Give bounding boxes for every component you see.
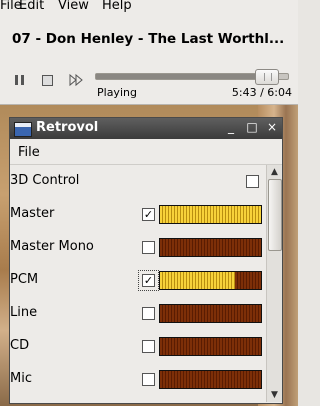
channel-row: 3D Control: [10, 165, 266, 198]
retrovol-window: Retrovol _ □ × File 3D Control Master ✓ Mas…: [9, 117, 283, 404]
scroll-down-icon[interactable]: ▼: [267, 388, 282, 402]
vertical-scrollbar[interactable]: ▲ ▼: [266, 165, 282, 402]
volume-bar[interactable]: [159, 238, 262, 257]
minimize-button[interactable]: _: [224, 120, 238, 136]
volume-level: [160, 206, 261, 223]
menu-view[interactable]: View: [58, 0, 89, 13]
window-app-icon[interactable]: [14, 122, 32, 137]
channel-label: Master: [10, 206, 55, 221]
channel-row: PCM ✓: [10, 264, 266, 297]
maximize-button[interactable]: □: [245, 120, 259, 136]
seek-slider[interactable]: [95, 69, 289, 85]
track-title: 07 - Don Henley - The Last Worthl...: [12, 31, 285, 47]
channel-checkbox[interactable]: [142, 373, 155, 386]
next-icon: [69, 73, 83, 87]
volume-bar[interactable]: [159, 304, 262, 323]
scroll-thumb[interactable]: [268, 179, 282, 251]
seek-progress: [96, 74, 278, 79]
volume-bar[interactable]: [159, 205, 262, 224]
volume-bar[interactable]: [159, 271, 262, 290]
player-menubar: File Edit View Help: [0, 0, 298, 16]
channel-checkbox[interactable]: ✓: [142, 208, 155, 221]
channel-label: 3D Control: [10, 173, 80, 188]
channel-row: CD: [10, 330, 266, 363]
window-titlebar[interactable]: Retrovol _ □ ×: [10, 118, 282, 139]
channel-row: Master ✓: [10, 198, 266, 231]
pause-button[interactable]: [12, 72, 28, 88]
channel-checkbox[interactable]: [142, 307, 155, 320]
seek-handle[interactable]: [255, 69, 280, 85]
volume-bar[interactable]: [159, 337, 262, 356]
scroll-up-icon[interactable]: ▲: [267, 165, 282, 179]
media-player-window: File Edit View Help 07 - Don Henley - Th…: [0, 0, 298, 105]
retrovol-menu-file[interactable]: File: [18, 145, 40, 160]
volume-level: [160, 272, 235, 289]
menu-help[interactable]: Help: [102, 0, 132, 13]
time-readout: 5:43 / 6:04: [231, 86, 292, 99]
next-button[interactable]: [68, 72, 84, 88]
playback-status: Playing: [97, 86, 137, 99]
stop-icon: [42, 75, 53, 86]
channel-row: Master Mono: [10, 231, 266, 264]
close-button[interactable]: ×: [265, 120, 279, 136]
channel-list: 3D Control Master ✓ Master Mono PCM ✓ Line CD Mi…: [10, 165, 266, 403]
stop-button[interactable]: [40, 72, 56, 88]
channel-label: PCM: [10, 272, 39, 287]
volume-bar[interactable]: [159, 370, 262, 389]
channel-label: Master Mono: [10, 239, 94, 254]
channel-row: Line: [10, 297, 266, 330]
channel-row: Mic: [10, 363, 266, 396]
pause-icon: [15, 75, 18, 85]
channel-checkbox[interactable]: [142, 340, 155, 353]
channel-label: Mic: [10, 371, 32, 386]
channel-checkbox[interactable]: [142, 241, 155, 254]
channel-checkbox[interactable]: [246, 175, 259, 188]
menu-edit[interactable]: Edit: [19, 0, 44, 13]
channel-label: CD: [10, 338, 30, 353]
window-title: Retrovol: [36, 120, 99, 135]
channel-checkbox[interactable]: ✓: [138, 270, 159, 291]
channel-label: Line: [10, 305, 38, 320]
